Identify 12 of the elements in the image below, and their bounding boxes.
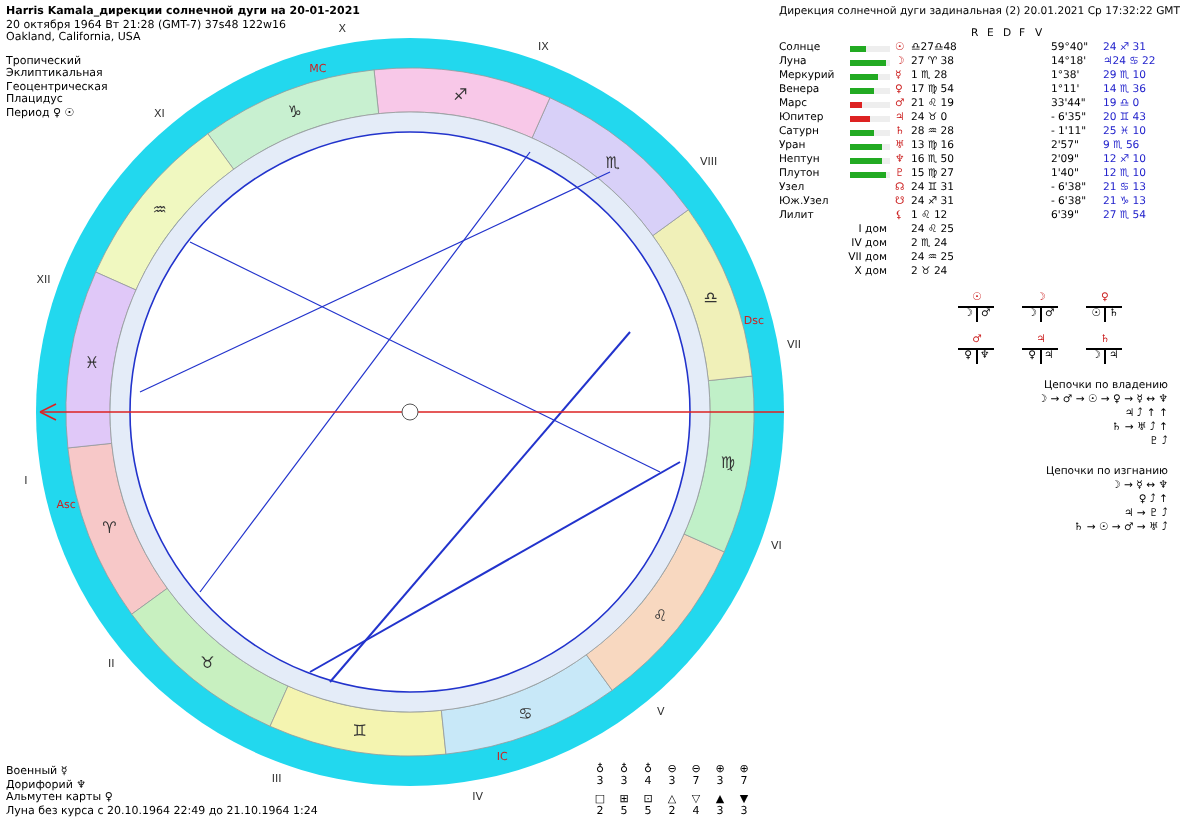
zodiac-sign: ♎ <box>703 288 718 307</box>
zodiac-sign: ♐ <box>453 85 468 104</box>
zodiac-sign: ♈ <box>102 519 117 538</box>
zodiac-sign: ♌ <box>653 606 668 625</box>
zodiac-sign: ♓ <box>84 353 100 372</box>
zodiac-sign: ♍ <box>720 454 736 473</box>
zodiac-sign: ♉ <box>200 654 215 673</box>
zodiac-sign: ♑ <box>287 103 302 122</box>
zodiac-sign: ♊ <box>352 722 367 741</box>
zodiac-sign: ♋ <box>518 704 533 723</box>
zodiac-sign: ♏ <box>605 153 620 172</box>
zodiac-sign: ♒ <box>152 201 167 220</box>
